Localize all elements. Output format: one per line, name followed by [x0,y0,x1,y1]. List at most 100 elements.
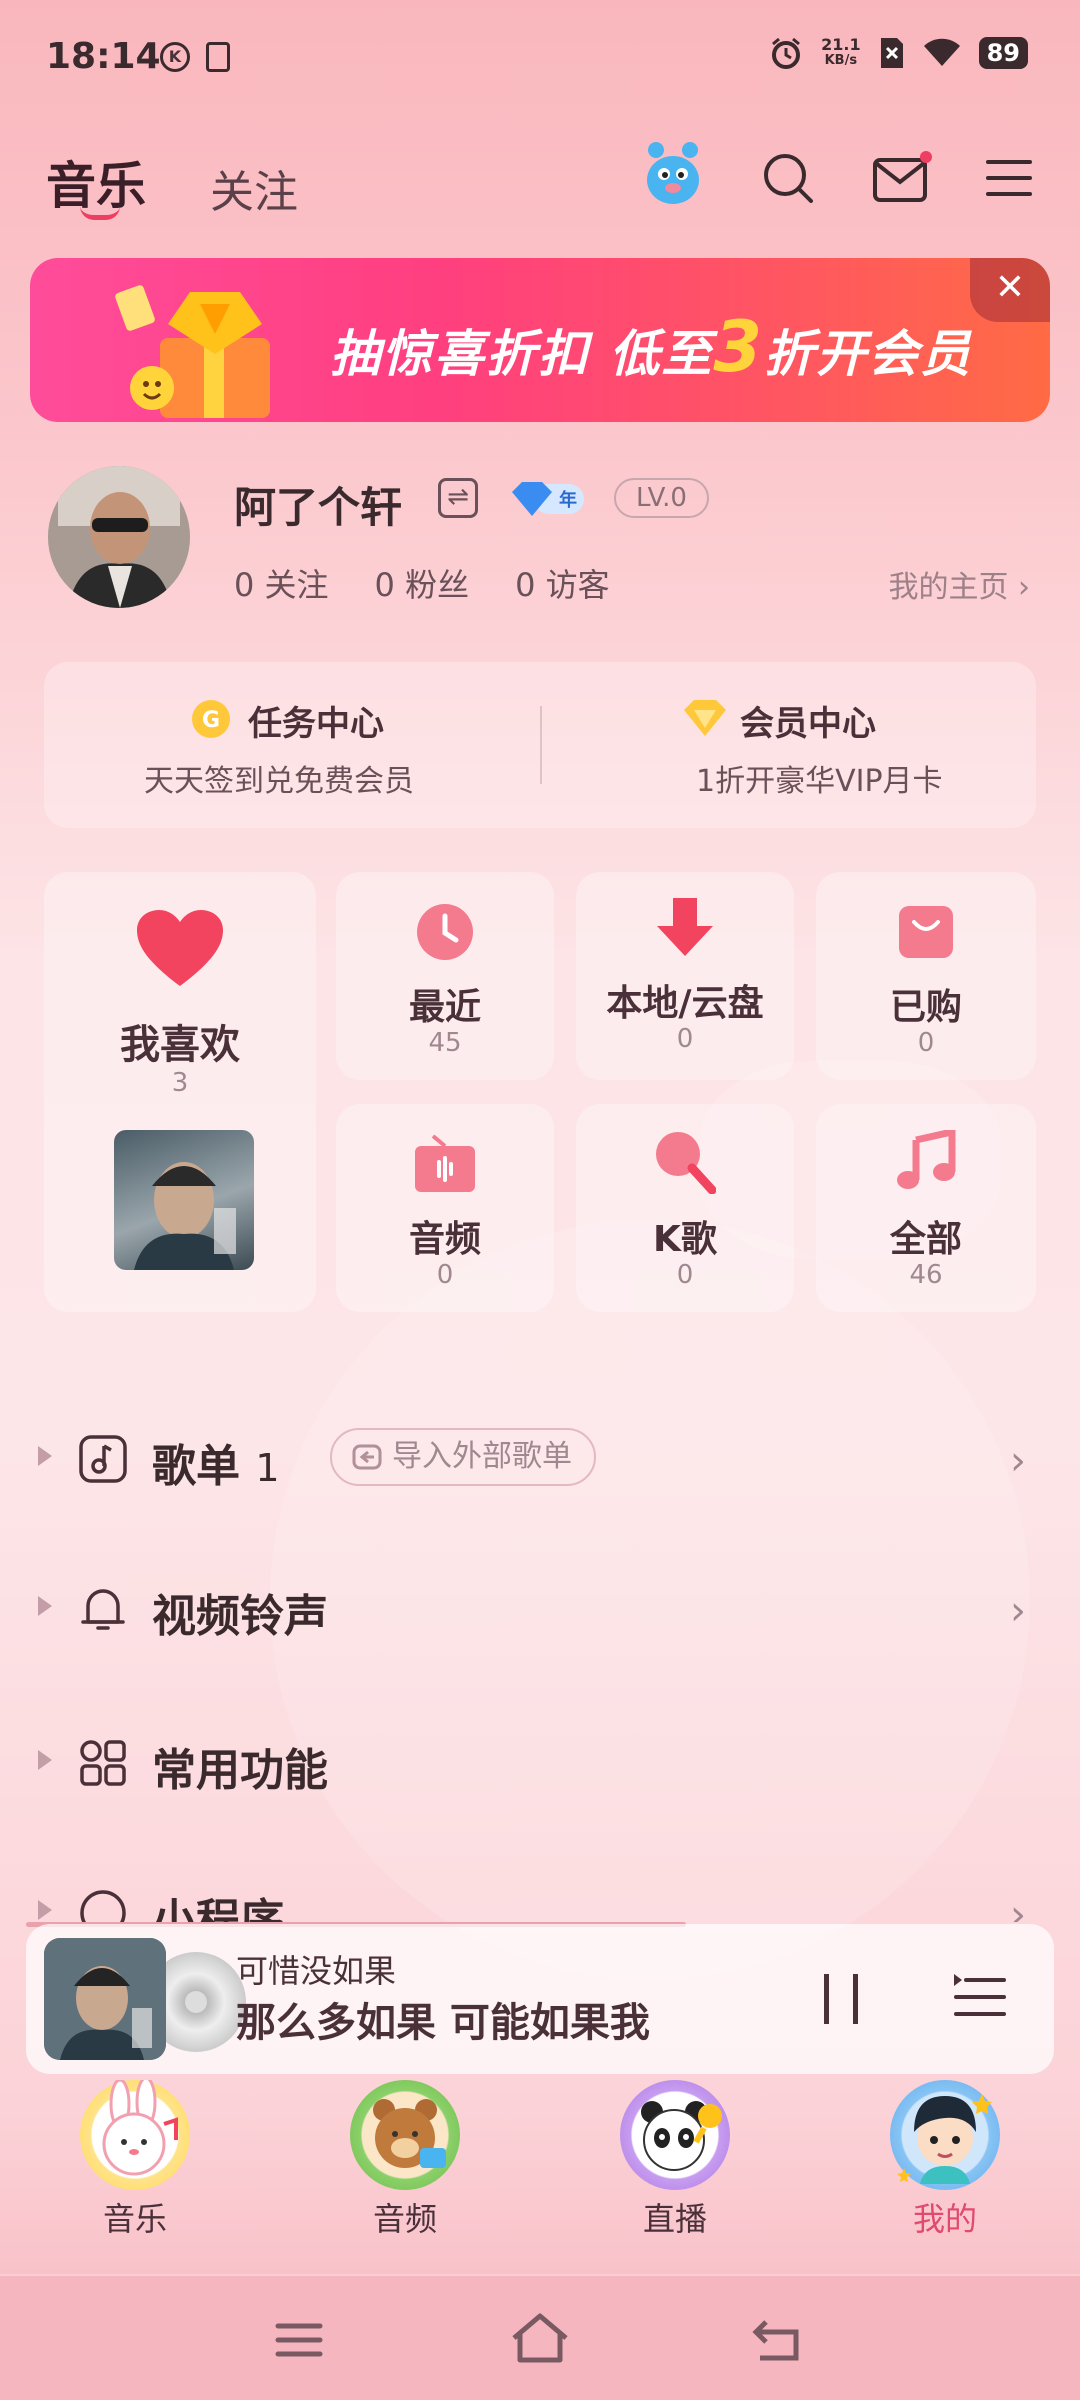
bell-icon [81,1589,125,1630]
row-playlists[interactable]: 歌单 1 导入外部歌单 › [34,1412,1044,1502]
username[interactable]: 阿了个轩 [234,474,402,535]
playlists-count: 1 [255,1446,280,1490]
nav-music[interactable]: 音乐 [70,2076,200,2280]
nav-live[interactable]: 直播 [610,2080,740,2280]
diamond-icon [684,700,726,736]
speed-value: 21.1 [821,35,861,54]
vip-center[interactable]: 会员中心 1折开豪华VIP月卡 [540,662,1036,828]
visitors-count[interactable]: 0 访客 [515,560,610,606]
audio-icon [415,1134,475,1192]
chevron-right-icon[interactable]: › [1010,1892,1026,1922]
document-icon [206,42,230,72]
mini-player[interactable]: 可惜没如果 那么多如果 可能如果我 [26,1924,1054,2074]
my-homepage-link[interactable]: 我的主页 › [888,562,1030,606]
vip-tag-text: 年 [559,489,577,511]
playlists-label-text: 歌单 [152,1441,240,1492]
nav-audio[interactable]: 音频 [340,2080,470,2280]
bear-icon [350,2080,460,2190]
rabbit-icon [80,2076,190,2190]
speed-unit: KB/s [824,53,858,68]
pause-button[interactable] [824,1974,858,2024]
chevron-right-icon[interactable]: › [1010,1438,1026,1484]
tile-favorites[interactable]: 我喜欢 3 [44,872,316,1312]
chevron-right-icon[interactable]: › [1010,1588,1026,1634]
following-count[interactable]: 0 关注 [234,560,329,606]
expand-arrow-icon[interactable] [38,1446,52,1466]
vip-promo-banner[interactable]: 抽惊喜折扣 低至3折开会员 ✕ [30,258,1050,422]
tile-audio[interactable]: 音频 0 [336,1104,554,1312]
fans-count[interactable]: 0 粉丝 [375,560,470,606]
tile-karaoke[interactable]: K歌 0 [576,1104,794,1312]
wifi-icon [923,38,960,66]
row-video-ringtone[interactable]: 视频铃声 › [34,1562,1044,1652]
tile-all[interactable]: 全部 46 [816,1104,1036,1312]
battery-level: 89 [978,37,1028,69]
tile-local[interactable]: 本地/云盘 0 [576,872,794,1080]
tile-all-count: 46 [909,1260,943,1290]
rabbit-art [102,2076,178,2176]
playlist-queue-icon[interactable] [952,1972,1006,2022]
network-speed: 21.1 KB/s [821,37,860,69]
search-icon[interactable] [760,150,816,206]
mail-icon[interactable] [872,150,936,206]
recent-apps-icon[interactable] [274,2320,324,2360]
mascot-icon[interactable] [636,136,710,210]
tile-purchased[interactable]: 已购 0 [816,872,1036,1080]
music-note-icon [897,1130,956,1189]
nav-live-label: 直播 [642,2200,707,2238]
level-badge[interactable]: LV.0 [614,478,709,518]
profile-stats: 0 关注 0 粉丝 0 访客 [234,560,610,606]
nav-mine-label: 我的 [912,2200,977,2238]
banner-close-button[interactable]: ✕ [970,258,1050,322]
tile-recent-label: 最近 [408,987,481,1028]
vip-center-title: 会员中心 [740,704,876,744]
row-mini-programs[interactable]: 小程序 › [34,1866,1044,1922]
tile-karaoke-count: 0 [676,1260,694,1290]
album-cover[interactable] [44,1938,166,2060]
task-center[interactable]: G 任务中心 天天签到兑免费会员 [44,662,540,828]
switch-account-icon[interactable]: ⇌ [438,478,478,518]
panda-icon [620,2080,730,2190]
album-art [44,1938,166,2060]
tile-purchased-label: 已购 [889,987,962,1028]
status-bar: 18:14 K 21.1 KB/s 89 [0,0,1080,120]
mini-programs-label: 小程序 [152,1895,284,1922]
tab-follow[interactable]: 关注 [210,156,298,220]
vip-diamond-badge[interactable]: 年 [508,476,588,520]
boy-art [897,2094,992,2184]
vip-center-subtitle: 1折开豪华VIP月卡 [696,764,943,799]
tile-local-count: 0 [676,1024,694,1054]
row-common-functions[interactable]: 常用功能 [34,1716,1044,1806]
nav-mine[interactable]: 我的 [880,2080,1010,2280]
expand-arrow-icon[interactable] [38,1900,52,1920]
panda-art [641,2101,722,2171]
bear-art [373,2099,446,2168]
playlists-label: 歌单 1 [152,1430,280,1494]
import-playlist-label: 导入外部歌单 [392,1439,572,1474]
boy-avatar-icon [890,2080,1000,2190]
clock-icon [417,904,473,960]
expand-arrow-icon[interactable] [38,1596,52,1616]
tile-audio-label: 音频 [408,1219,481,1260]
home-icon[interactable] [510,2312,570,2364]
avatar[interactable] [48,466,190,608]
tile-purchased-count: 0 [917,1028,935,1058]
microphone-icon [656,1132,716,1194]
menu-icon[interactable] [984,150,1034,206]
import-playlist-button[interactable]: 导入外部歌单 [330,1428,596,1486]
playlist-icon [79,1435,127,1483]
song-lyric: 那么多如果 可能如果我 [236,2000,650,2046]
banner-text-pre: 抽惊喜折扣 低至 [330,325,714,383]
k-app-icon: K [160,42,190,72]
nav-music-label: 音乐 [102,2200,167,2238]
back-icon[interactable] [752,2316,804,2364]
task-center-subtitle: 天天签到兑免费会员 [144,764,414,799]
expand-arrow-icon[interactable] [38,1750,52,1770]
grid-icon [80,1740,126,1786]
status-time: 18:14 [46,36,161,77]
tile-all-label: 全部 [889,1219,962,1260]
task-center-title: 任务中心 [248,704,384,744]
tile-recent[interactable]: 最近 45 [336,872,554,1080]
common-functions-label: 常用功能 [152,1745,328,1796]
banner-text-post: 折开会员 [764,325,973,383]
